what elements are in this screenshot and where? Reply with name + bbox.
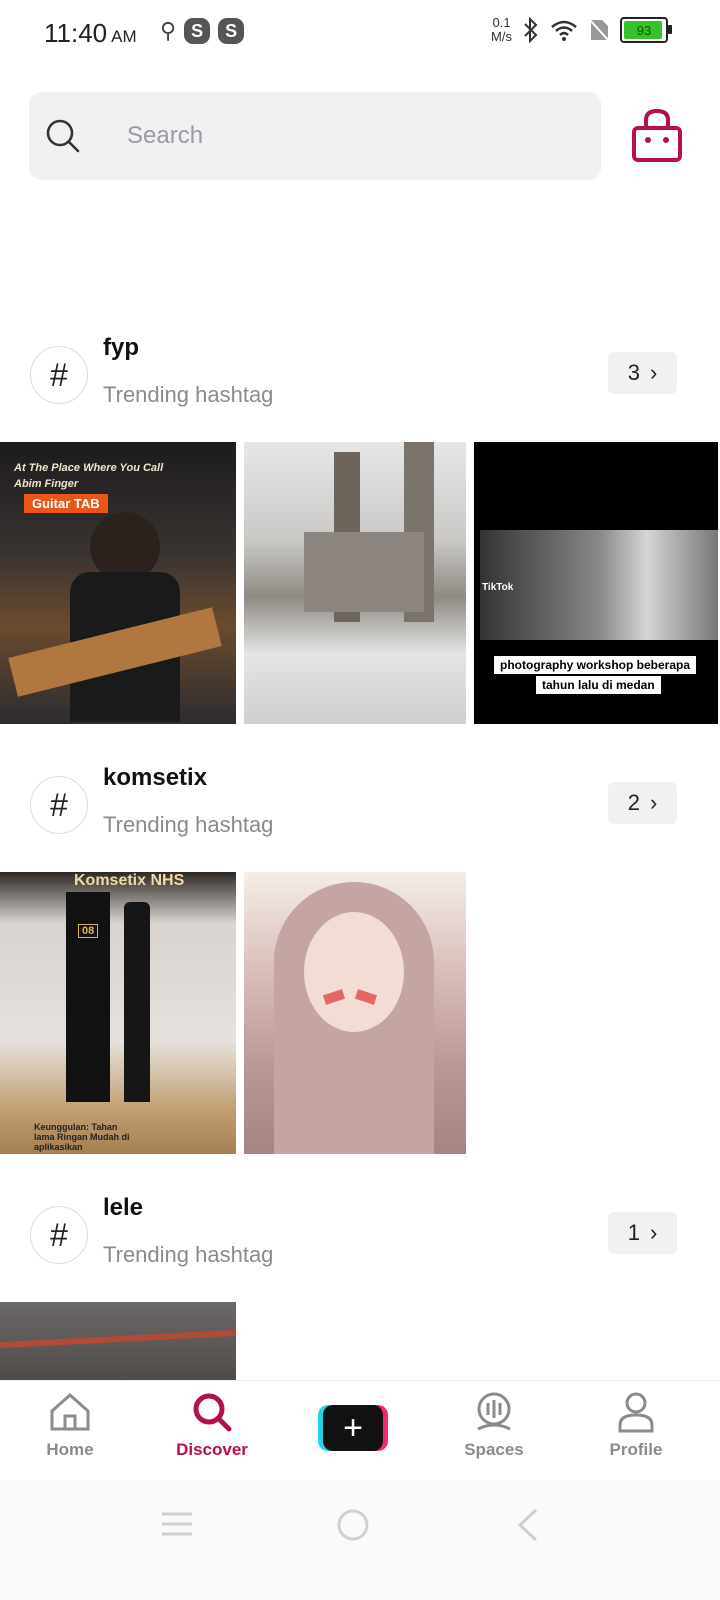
video-count-button[interactable]: 2 ›: [608, 782, 677, 824]
usb-icon: ⚲: [160, 18, 177, 43]
hashtag-name: lele: [103, 1194, 144, 1221]
hashtag-row-lele[interactable]: # lele Trending hashtag 1 ›: [0, 1194, 720, 1296]
hashtag-name: fyp: [103, 334, 139, 361]
hashtag-subtitle: Trending hashtag: [103, 382, 274, 407]
video-thumbnail[interactable]: [244, 872, 466, 1154]
photo-image: [480, 530, 718, 640]
tab-discover[interactable]: Discover: [152, 1391, 272, 1460]
video-thumbnail[interactable]: At The Place Where You Call Abim Finger …: [0, 442, 236, 724]
hashtag-icon: #: [30, 346, 88, 404]
video-thumbnail[interactable]: TikTok photography workshop beberapa tah…: [474, 442, 718, 724]
video-thumbnail[interactable]: Komsetix NHS 08 Keunggulan: Tahan lama R…: [0, 872, 236, 1154]
video-thumbnail[interactable]: [0, 1302, 236, 1380]
net-frame: [0, 1329, 236, 1349]
status-bar: 11:40 AM ⚲ S S 0.1 M/s 93: [0, 0, 720, 64]
spaces-icon: [477, 1392, 511, 1431]
home-circle-icon[interactable]: [336, 1508, 370, 1542]
search-placeholder: Search: [127, 122, 204, 149]
menu-icon[interactable]: [160, 1510, 194, 1538]
video-thumbnails-row: Komsetix NHS 08 Keunggulan: Tahan lama R…: [0, 872, 466, 1154]
search-input[interactable]: Search: [29, 92, 601, 180]
building-shape: [304, 532, 424, 612]
search-icon: [193, 1393, 232, 1432]
face-shape: [304, 912, 404, 1032]
status-right-icons: 0.1 M/s 93: [491, 15, 672, 44]
chevron-right-icon: ›: [649, 790, 658, 815]
battery-icon: 93: [620, 17, 672, 43]
status-time: 11:40 AM: [44, 18, 137, 48]
home-icon: [50, 1392, 90, 1431]
video-count-button[interactable]: 3 ›: [608, 352, 677, 394]
network-speed: 0.1 M/s: [491, 15, 512, 44]
create-button[interactable]: +: [318, 1405, 388, 1451]
video-count-button[interactable]: 1 ›: [608, 1212, 677, 1254]
plus-icon: +: [323, 1405, 383, 1451]
video-thumbnail[interactable]: [244, 442, 466, 724]
tab-spaces[interactable]: Spaces: [434, 1391, 554, 1460]
hashtag-icon: #: [30, 776, 88, 834]
mascara-tube: [124, 902, 150, 1102]
search-icon: [46, 119, 80, 153]
profile-icon: [618, 1392, 654, 1433]
skype-icon: S: [218, 18, 245, 44]
tab-home[interactable]: Home: [10, 1391, 130, 1460]
video-thumbnails-row: At The Place Where You Call Abim Finger …: [0, 442, 718, 724]
hashtag-subtitle: Trending hashtag: [103, 1242, 274, 1267]
shopping-bag-icon[interactable]: [630, 108, 684, 164]
back-icon[interactable]: [516, 1508, 540, 1542]
skype-icon: S: [184, 18, 211, 44]
chevron-right-icon: ›: [649, 360, 658, 385]
bluetooth-icon: [524, 17, 538, 43]
system-navigation-bar: [0, 1480, 720, 1600]
hashtag-subtitle: Trending hashtag: [103, 812, 274, 837]
bottom-tab-bar: Home Discover + Spaces Profile: [0, 1380, 720, 1481]
hashtag-row-komsetix[interactable]: # komsetix Trending hashtag 2 ›: [0, 764, 720, 866]
hashtag-name: komsetix: [103, 764, 208, 791]
status-notification-icons: ⚲ S S: [160, 18, 245, 44]
no-sim-icon: [588, 18, 610, 42]
video-thumbnails-row: [0, 1302, 236, 1380]
hashtag-row-fyp[interactable]: # fyp Trending hashtag 3 ›: [0, 334, 720, 436]
wifi-icon: [551, 20, 577, 41]
chevron-right-icon: ›: [649, 1220, 658, 1245]
hashtag-icon: #: [30, 1206, 88, 1264]
tab-profile[interactable]: Profile: [576, 1391, 696, 1460]
